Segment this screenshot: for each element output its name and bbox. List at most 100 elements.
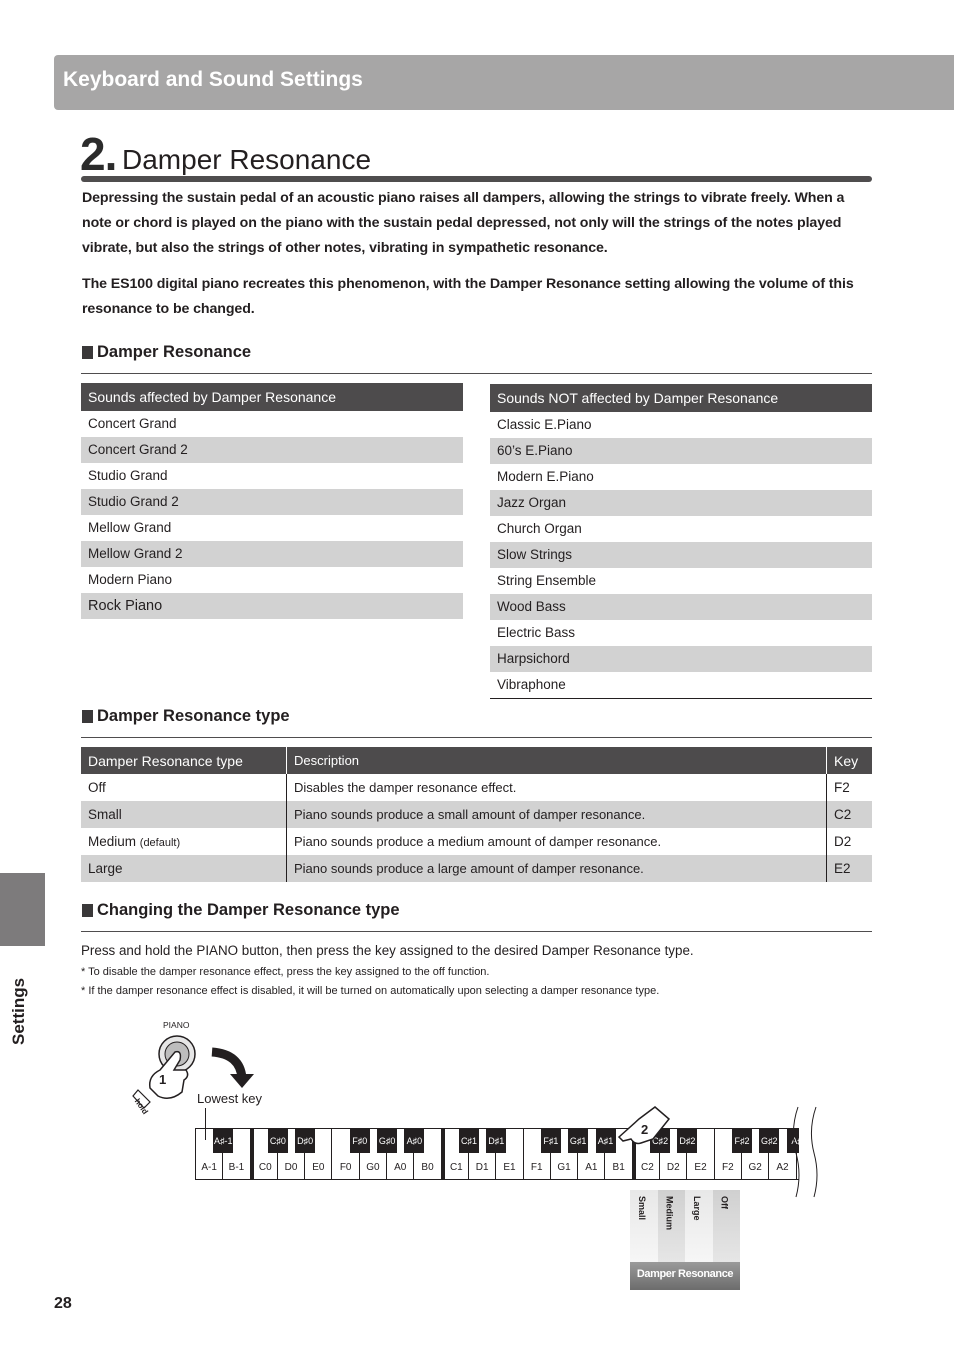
square-bullet-icon (82, 346, 93, 359)
panel-option-medium: Medium (657, 1190, 685, 1262)
black-key: A♯-1 (213, 1129, 234, 1153)
note-text: * To disable the damper resonance effect… (81, 966, 490, 978)
square-bullet-icon (82, 710, 93, 723)
sound-row: Vibraphone (497, 677, 566, 692)
panel-option-off: Off (712, 1190, 740, 1262)
white-key-label: A-1 (201, 1162, 217, 1173)
step-2-hand-illustration: 2 (617, 1106, 671, 1145)
affected-sounds-header: Sounds affected by Damper Resonance (81, 383, 463, 411)
key-cell: F2 (834, 780, 850, 795)
damper-type-table: Damper Resonance type Description Key Of… (81, 747, 872, 882)
press-hold-illustration: 1 hold (132, 1035, 254, 1116)
not-affected-sounds-header: Sounds NOT affected by Damper Resonance (490, 384, 872, 412)
panel-label: Damper Resonance (630, 1262, 740, 1290)
white-key-label: C0 (258, 1162, 272, 1173)
section-rule (81, 176, 872, 182)
table-row: Medium (default) Piano sounds produce a … (81, 828, 872, 855)
white-key-label: A0 (394, 1162, 407, 1173)
white-key-label: E0 (312, 1162, 325, 1173)
not-affected-sounds-table: Sounds NOT affected by Damper Resonance … (490, 384, 872, 699)
panel-option-label: Off (719, 1196, 730, 1209)
sound-row: Jazz Organ (490, 490, 872, 516)
note-text: * If the damper resonance effect is disa… (81, 985, 660, 997)
white-key-label: E1 (503, 1162, 516, 1173)
black-key: F♯2 (732, 1129, 752, 1153)
black-key: C♯0 (267, 1129, 288, 1153)
black-key: D♯1 (486, 1129, 507, 1153)
black-key: F♯1 (540, 1129, 561, 1153)
header-title: Keyboard and Sound Settings (63, 68, 363, 91)
white-key-label: C2 (641, 1162, 654, 1173)
type-cell: Small (81, 801, 287, 828)
white-key-label: G2 (748, 1162, 762, 1173)
black-key: D♯2 (677, 1129, 698, 1153)
sound-row: Church Organ (497, 521, 582, 536)
type-name: Off (88, 780, 106, 795)
white-key-label: G1 (557, 1162, 571, 1173)
white-key-label: G0 (366, 1162, 380, 1173)
damper-resonance-key-panel: Small Medium Large Off Damper Resonance (630, 1190, 740, 1290)
subheading-damper-resonance-type: Damper Resonance type (82, 707, 290, 726)
white-key-label: B-1 (228, 1162, 245, 1173)
lowest-key-label: Lowest key (197, 1091, 263, 1106)
table-row: Small Piano sounds produce a small amoun… (81, 801, 872, 828)
sound-row: Studio Grand 2 (81, 489, 463, 515)
default-note: (default) (139, 837, 181, 849)
sound-row: Wood Bass (490, 594, 872, 620)
side-tab-label: Settings (9, 977, 28, 1045)
subheading-rule (81, 373, 872, 374)
white-key-label: D0 (284, 1162, 298, 1173)
white-key-label: B0 (421, 1162, 434, 1173)
description-cell: Disables the damper resonance effect. (286, 774, 827, 801)
piano-button-label: PIANO (163, 1020, 190, 1030)
keyboard-continuation-break (792, 1106, 818, 1198)
black-key: G♯1 (568, 1129, 589, 1153)
type-name: Large (88, 861, 123, 876)
subheading-rule (81, 931, 872, 932)
curved-arrow-icon (211, 1047, 254, 1088)
white-key-label: E2 (694, 1162, 707, 1173)
white-key-label: D2 (666, 1162, 680, 1173)
type-cell: Off (81, 774, 287, 801)
section-title: Damper Resonance (122, 144, 372, 175)
sound-row: Slow Strings (490, 542, 872, 568)
black-key: D♯0 (295, 1129, 316, 1153)
panel-option-label: Medium (664, 1196, 675, 1231)
subheading-text: Damper Resonance type (97, 707, 290, 725)
white-key-label: F1 (530, 1162, 543, 1173)
description-cell: Piano sounds produce a small amount of d… (286, 801, 827, 828)
panel-option-label: Large (692, 1196, 702, 1221)
page-number: 28 (54, 1295, 72, 1312)
side-tab (0, 873, 45, 946)
type-name: Small (88, 807, 122, 822)
black-key: G♯0 (377, 1129, 398, 1153)
white-key-label: A1 (585, 1162, 598, 1173)
panel-option-small: Small (630, 1190, 658, 1262)
subheading-text: Changing the Damper Resonance type (97, 901, 400, 919)
type-cell: Medium (default) (81, 828, 287, 855)
subheading-text: Damper Resonance (97, 343, 252, 361)
affected-sounds-table: Sounds affected by Damper Resonance Conc… (81, 383, 463, 619)
sound-row: String Ensemble (497, 573, 597, 588)
table-row: Off Disables the damper resonance effect… (81, 774, 872, 801)
type-name: Medium (88, 834, 137, 849)
sound-row: Concert Grand 2 (81, 437, 463, 463)
sound-row: 60’s E.Piano (490, 438, 872, 464)
key-cell: C2 (826, 801, 872, 828)
table-header-row: Damper Resonance type Description Key (81, 747, 872, 774)
sound-row: Harpsichord (490, 646, 872, 672)
panel-option-large: Large (685, 1190, 713, 1262)
column-header-key: Key (826, 747, 872, 774)
intro-paragraph-1: Depressing the sustain pedal of an acous… (82, 190, 845, 256)
sound-row: Electric Bass (497, 625, 576, 640)
sound-row: Mellow Grand 2 (81, 541, 463, 567)
description-cell: Piano sounds produce a large amount of d… (286, 855, 827, 882)
step-1-number: 1 (159, 1072, 166, 1087)
sound-row: Studio Grand (88, 468, 168, 483)
subheading-damper-resonance: Damper Resonance (82, 343, 251, 362)
table-row: Large Piano sounds produce a large amoun… (81, 855, 872, 882)
instruction-text: Press and hold the PIANO button, then pr… (81, 943, 694, 958)
black-key: A♯1 (595, 1129, 616, 1153)
key-cell: E2 (826, 855, 872, 882)
type-cell: Large (81, 855, 287, 882)
